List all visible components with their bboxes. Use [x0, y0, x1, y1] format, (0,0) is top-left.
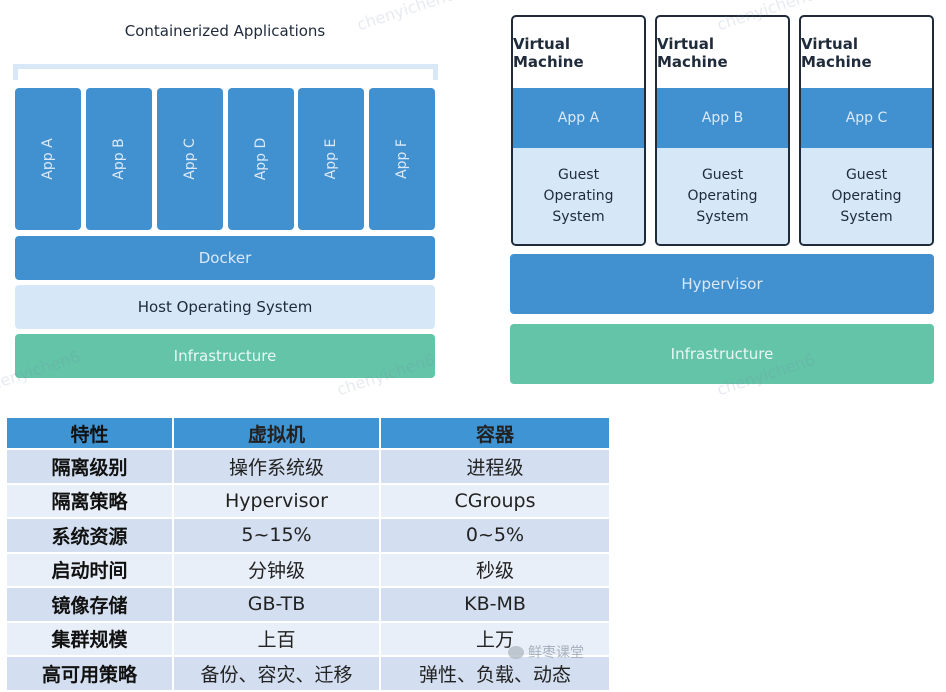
vm-title: Virtual Machine: [513, 34, 584, 71]
cell-vm: GB-TB: [173, 587, 381, 623]
container-app-f: App F: [369, 88, 435, 230]
cell-feature: 隔离策略: [7, 483, 174, 519]
table-row: 隔离策略 Hypervisor CGroups: [7, 483, 611, 519]
cell-vm: 备份、容灾、迁移: [173, 656, 381, 692]
vm-title: Virtual Machine: [801, 34, 872, 71]
docker-layer: Docker: [15, 236, 435, 280]
table-row: 隔离级别 操作系统级 进程级: [7, 449, 611, 485]
container-app-b: App B: [86, 88, 152, 230]
cell-container: 0~5%: [380, 518, 611, 554]
cell-feature: 镜像存储: [7, 587, 174, 623]
vm-guest-os: Guest Operating System: [657, 148, 788, 244]
cell-vm: 5~15%: [173, 518, 381, 554]
virtual-machine-1: Virtual Machine App A Guest Operating Sy…: [511, 15, 646, 246]
cell-vm: 操作系统级: [173, 449, 381, 485]
containers-bracket: [13, 64, 438, 80]
cell-vm: Hypervisor: [173, 483, 381, 519]
cell-vm: 上百: [173, 621, 381, 657]
vm-guest-os: Guest Operating System: [801, 148, 932, 244]
vm-guest-os: Guest Operating System: [513, 148, 644, 244]
table-header-row: 特性 虚拟机 容器: [7, 418, 611, 450]
cell-feature: 高可用策略: [7, 656, 174, 692]
container-app-label: App B: [111, 138, 127, 180]
virtual-machine-2: Virtual Machine App B Guest Operating Sy…: [655, 15, 790, 246]
container-app-e: App E: [298, 88, 364, 230]
cell-container: 秒级: [380, 552, 611, 588]
header-container: 容器: [380, 418, 611, 450]
vm-infrastructure-layer: Infrastructure: [510, 324, 934, 384]
cell-feature: 系统资源: [7, 518, 174, 554]
table-row: 镜像存储 GB-TB KB-MB: [7, 587, 611, 623]
container-app-c: App C: [157, 88, 223, 230]
cell-container: 进程级: [380, 449, 611, 485]
virtual-machine-3: Virtual Machine App C Guest Operating Sy…: [799, 15, 934, 246]
header-feature: 特性: [7, 418, 174, 450]
wechat-icon: [508, 645, 524, 659]
cell-vm: 分钟级: [173, 552, 381, 588]
cell-container: CGroups: [380, 483, 611, 519]
hypervisor-layer: Hypervisor: [510, 254, 934, 314]
container-app-label: App F: [394, 139, 410, 179]
wechat-watermark-text: 鲜枣课堂: [528, 645, 584, 661]
container-app-label: App C: [182, 138, 198, 180]
container-app-label: App D: [253, 137, 269, 181]
vm-app: App C: [801, 88, 932, 148]
cell-feature: 启动时间: [7, 552, 174, 588]
container-app-label: App E: [323, 138, 339, 180]
host-os-layer: Host Operating System: [15, 285, 435, 329]
container-app-label: App A: [40, 138, 56, 180]
header-vm: 虚拟机: [173, 418, 381, 450]
container-app-d: App D: [228, 88, 294, 230]
cell-container: KB-MB: [380, 587, 611, 623]
table-row: 系统资源 5~15% 0~5%: [7, 518, 611, 554]
table-row: 启动时间 分钟级 秒级: [7, 552, 611, 588]
cell-feature: 隔离级别: [7, 449, 174, 485]
wechat-watermark: 鲜枣课堂: [508, 642, 584, 662]
vm-app: App A: [513, 88, 644, 148]
container-app-a: App A: [15, 88, 81, 230]
vm-app: App B: [657, 88, 788, 148]
cell-feature: 集群规模: [7, 621, 174, 657]
